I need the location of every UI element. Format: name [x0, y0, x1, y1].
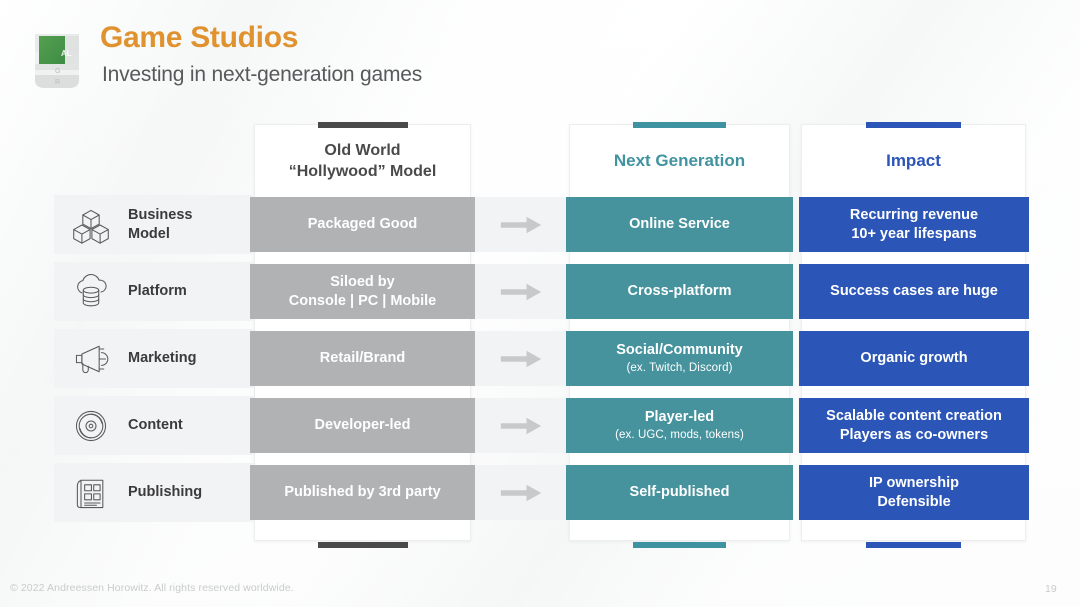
arrow-right-icon [499, 482, 543, 504]
cell-old-publishing: Published by 3rd party [250, 465, 475, 520]
cell-old-business-model: Packaged Good [250, 197, 475, 252]
cell-old-platform: Siloed by Console | PC | Mobile [250, 264, 475, 319]
arrow-row-content [475, 398, 566, 453]
newspaper-icon [68, 472, 114, 514]
row-label-platform-text: Platform [128, 282, 187, 300]
arrow-row-publishing [475, 465, 566, 520]
cell-next-marketing: Social/Community (ex. Twitch, Discord) [566, 331, 793, 386]
column-accent-top-impact [866, 122, 961, 128]
cell-text: Social/Community [616, 341, 743, 360]
column-header-old-world-line1: Old World [289, 140, 437, 161]
cell-old-marketing: Retail/Brand [250, 331, 475, 386]
page-title: Game Studios [100, 21, 298, 55]
cell-old-content: Developer-led [250, 398, 475, 453]
column-header-old-world-line2: “Hollywood” Model [289, 161, 437, 182]
row-label-publishing: Publishing [54, 463, 254, 522]
cell-impact-content: Scalable content creation Players as co-… [799, 398, 1029, 453]
cell-text-line2: Players as co-owners [840, 426, 988, 445]
arrow-row-platform [475, 264, 566, 319]
cell-subtext: (ex. UGC, mods, tokens) [615, 428, 744, 443]
disc-icon [68, 405, 114, 447]
a16z-stack-logo: AL G R [25, 20, 89, 92]
cell-impact-business-model: Recurring revenue 10+ year lifespans [799, 197, 1029, 252]
arrow-right-icon [499, 214, 543, 236]
cell-next-business-model: Online Service [566, 197, 793, 252]
row-label-publishing-text: Publishing [128, 483, 202, 501]
cell-next-publishing: Self-published [566, 465, 793, 520]
arrow-right-icon [499, 348, 543, 370]
cell-text: IP ownership [869, 474, 959, 493]
arrow-right-icon [499, 415, 543, 437]
slide-header: AL G R Game Studios Investing in next-ge… [0, 0, 1080, 108]
column-accent-top-next-generation [633, 122, 726, 128]
column-header-impact: Impact [801, 137, 1026, 185]
cell-text: Developer-led [315, 416, 411, 435]
cell-text-line2: 10+ year lifespans [851, 225, 976, 244]
footer-copyright: © 2022 Andreessen Horowitz. All rights r… [10, 582, 294, 594]
slide-root: AL G R Game Studios Investing in next-ge… [0, 0, 1080, 607]
column-header-next-generation: Next Generation [569, 137, 790, 185]
svg-text:R: R [55, 79, 60, 86]
svg-text:G: G [55, 68, 60, 75]
row-label-platform: Platform [54, 262, 254, 321]
row-label-content-text: Content [128, 416, 183, 434]
svg-text:AL: AL [61, 49, 72, 58]
cell-text: Recurring revenue [850, 206, 978, 225]
cell-impact-platform: Success cases are huge [799, 264, 1029, 319]
column-header-old-world: Old World “Hollywood” Model [254, 137, 471, 185]
cloud-database-icon [68, 271, 114, 313]
cell-text: Online Service [629, 215, 730, 234]
column-accent-bottom-next-generation [633, 542, 726, 548]
cell-text: Self-published [630, 483, 730, 502]
cell-impact-publishing: IP ownership Defensible [799, 465, 1029, 520]
row-label-business-model: BusinessModel [54, 195, 254, 254]
row-label-business-model-text: BusinessModel [128, 206, 192, 242]
cell-subtext: (ex. Twitch, Discord) [626, 361, 732, 376]
cell-impact-marketing: Organic growth [799, 331, 1029, 386]
row-label-content: Content [54, 396, 254, 455]
cubes-icon [68, 204, 114, 246]
arrow-row-marketing [475, 331, 566, 386]
footer-page-number: 19 [1045, 583, 1057, 595]
cell-next-content: Player-led (ex. UGC, mods, tokens) [566, 398, 793, 453]
column-accent-bottom-impact [866, 542, 961, 548]
cell-text-line2: Console | PC | Mobile [289, 292, 437, 311]
cell-text: Player-led [645, 408, 714, 427]
cell-text: Packaged Good [308, 215, 418, 234]
megaphone-icon [68, 338, 114, 380]
cell-text: Published by 3rd party [284, 483, 440, 502]
cell-text: Siloed by [330, 273, 394, 292]
cell-text: Organic growth [860, 349, 967, 368]
cell-text-line2: Defensible [877, 493, 950, 512]
cell-text: Scalable content creation [826, 407, 1002, 426]
row-label-marketing-text: Marketing [128, 349, 197, 367]
column-accent-bottom-old-world [318, 542, 408, 548]
arrow-row-business-model [475, 197, 566, 252]
column-accent-top-old-world [318, 122, 408, 128]
row-label-marketing: Marketing [54, 329, 254, 388]
arrow-right-icon [499, 281, 543, 303]
page-subtitle: Investing in next-generation games [102, 63, 422, 87]
cell-next-platform: Cross-platform [566, 264, 793, 319]
cell-text: Cross-platform [628, 282, 732, 301]
cell-text: Retail/Brand [320, 349, 405, 368]
cell-text: Success cases are huge [830, 282, 998, 301]
